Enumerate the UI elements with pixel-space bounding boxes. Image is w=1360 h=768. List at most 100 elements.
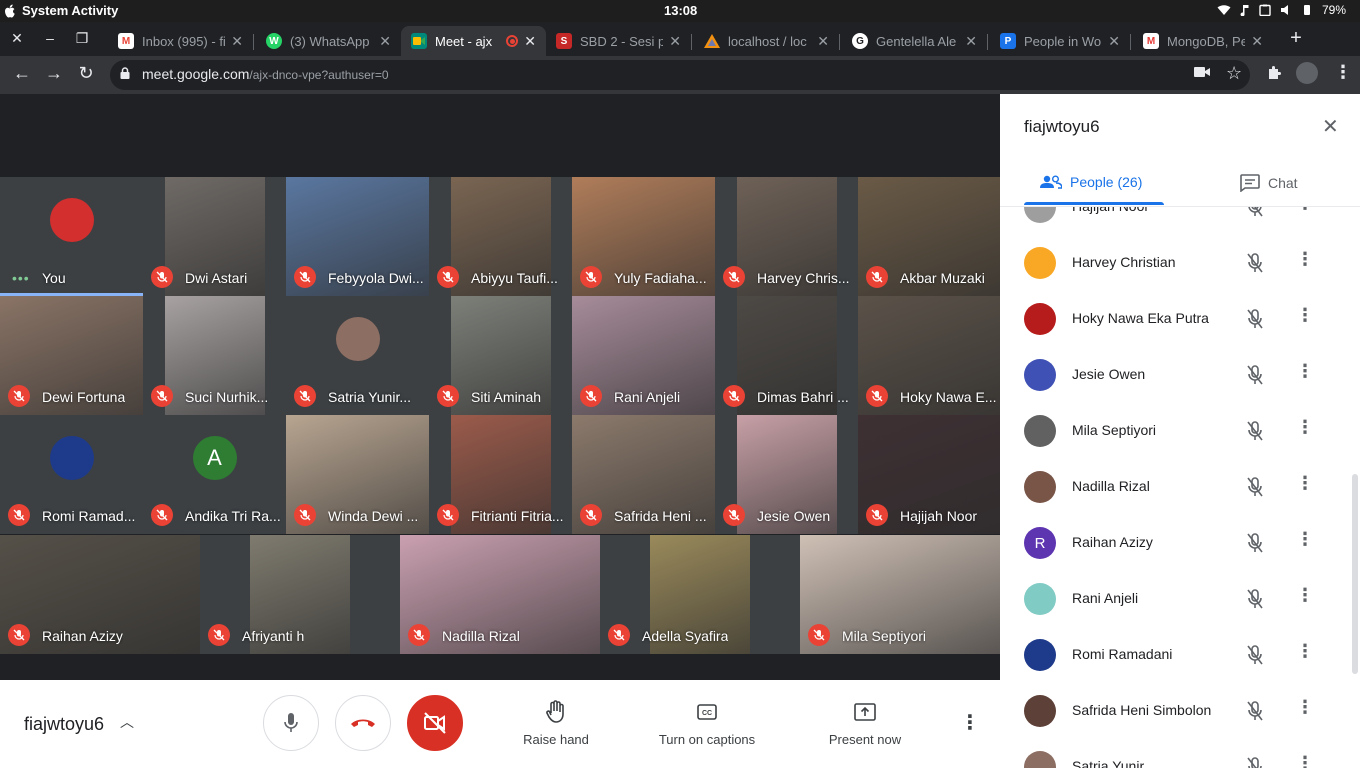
leave-call-button[interactable]	[335, 695, 391, 751]
lock-icon[interactable]	[120, 67, 130, 79]
participant-row[interactable]: R Raihan Azizy ⋮	[1000, 515, 1350, 571]
participant-tile[interactable]: Yuly Fadiaha...	[572, 177, 715, 296]
clipboard-icon[interactable]	[1259, 4, 1271, 16]
participant-tile[interactable]: Safrida Heni ...	[572, 415, 715, 534]
minimize-window-button[interactable]: –	[40, 30, 60, 46]
participant-tile[interactable]: Hoky Nawa E...	[858, 296, 1001, 415]
close-tab-icon[interactable]: ✕	[379, 33, 391, 50]
mic-off-icon[interactable]	[1246, 701, 1264, 726]
close-tab-icon[interactable]: ✕	[1251, 33, 1263, 50]
new-tab-button[interactable]: +	[1286, 27, 1306, 50]
tab-gentelella[interactable]: G Gentelella Ale ✕	[842, 26, 987, 56]
microphone-button[interactable]	[263, 695, 319, 751]
participant-tile[interactable]: Afriyanti h	[200, 535, 400, 654]
more-options-icon[interactable]: ⋮	[1296, 753, 1314, 768]
participant-tile[interactable]: Abiyyu Taufi...	[429, 177, 572, 296]
tab-whatsapp[interactable]: W (3) WhatsApp ✕	[256, 26, 401, 56]
mic-off-icon[interactable]	[1246, 365, 1264, 390]
camera-in-use-icon[interactable]	[1194, 65, 1210, 83]
tab-chat[interactable]: Chat	[1240, 174, 1298, 192]
more-options-icon[interactable]: ⋮	[1296, 305, 1314, 326]
present-now-button[interactable]: Present now	[805, 700, 925, 747]
close-tab-icon[interactable]: ✕	[817, 33, 829, 50]
more-options-icon[interactable]: ⋮	[1296, 249, 1314, 270]
participant-tile[interactable]: Fitrianti Fitria...	[429, 415, 572, 534]
close-tab-icon[interactable]: ✕	[524, 33, 536, 50]
mic-off-icon[interactable]	[1246, 421, 1264, 446]
more-options-icon[interactable]: ⋮	[1296, 529, 1314, 550]
browser-menu-icon[interactable]: ⋮	[1334, 62, 1352, 83]
participant-tile[interactable]: A Andika Tri Ra...	[143, 415, 286, 534]
more-options-icon[interactable]: ⋮	[1296, 697, 1314, 718]
reload-button[interactable]: ↻	[74, 63, 98, 84]
music-icon[interactable]	[1240, 4, 1250, 16]
raise-hand-button[interactable]: Raise hand	[496, 700, 616, 747]
participant-tile[interactable]: Suci Nurhik...	[143, 296, 286, 415]
participant-row[interactable]: Hoky Nawa Eka Putra ⋮	[1000, 291, 1350, 347]
participant-tile[interactable]: Dimas Bahri ...	[715, 296, 858, 415]
self-tile[interactable]: ••• You	[0, 177, 143, 296]
participant-tile[interactable]: Akbar Muzaki	[858, 177, 1001, 296]
more-options-icon[interactable]: ⋮	[960, 710, 980, 735]
participant-row[interactable]: Safrida Heni Simbolon ⋮	[1000, 683, 1350, 739]
participant-row[interactable]: Hajijah Noor ⋮	[1000, 207, 1350, 235]
volume-icon[interactable]	[1280, 4, 1292, 16]
mic-off-icon[interactable]	[1246, 589, 1264, 614]
participant-tile[interactable]: Dwi Astari	[143, 177, 286, 296]
panel-scrollbar[interactable]	[1352, 474, 1358, 674]
more-options-icon[interactable]: ⋮	[1296, 207, 1314, 214]
participant-tile[interactable]: Febyyola Dwi...	[286, 177, 429, 296]
participant-tile[interactable]: Winda Dewi ...	[286, 415, 429, 534]
participant-tile[interactable]: Satria Yunir...	[286, 296, 429, 415]
participant-row[interactable]: Mila Septiyori ⋮	[1000, 403, 1350, 459]
mic-off-icon[interactable]	[1246, 757, 1264, 768]
address-bar[interactable]: meet.google.com/ajx-dnco-vpe?authuser=0	[110, 60, 1250, 90]
camera-off-button[interactable]	[407, 695, 463, 751]
more-options-icon[interactable]: ⋮	[1296, 641, 1314, 662]
participant-tile[interactable]: Mila Septiyori	[800, 535, 1000, 654]
more-options-icon[interactable]: ⋮	[1296, 361, 1314, 382]
mic-off-icon[interactable]	[1246, 477, 1264, 502]
participant-row[interactable]: Nadilla Rizal ⋮	[1000, 459, 1350, 515]
participant-tile[interactable]: Hajijah Noor	[858, 415, 1001, 534]
tab-localhost[interactable]: localhost / loc ✕	[694, 26, 839, 56]
close-tab-icon[interactable]: ✕	[231, 33, 243, 50]
battery-icon[interactable]	[1301, 4, 1313, 16]
tab-people[interactable]: People (26)	[1040, 174, 1142, 190]
participant-tile[interactable]: Romi Ramad...	[0, 415, 143, 534]
participant-tile[interactable]: Raihan Azizy	[0, 535, 200, 654]
participant-row[interactable]: Rani Anjeli ⋮	[1000, 571, 1350, 627]
tab-gmail[interactable]: M Inbox (995) - fi ✕	[108, 26, 253, 56]
participant-tile[interactable]: Harvey Chris...	[715, 177, 858, 296]
participant-tile[interactable]: Dewi Fortuna	[0, 296, 143, 415]
participant-tile[interactable]: Nadilla Rizal	[400, 535, 600, 654]
close-tab-icon[interactable]: ✕	[965, 33, 977, 50]
more-options-icon[interactable]: ⋮	[1296, 473, 1314, 494]
captions-button[interactable]: CC Turn on captions	[647, 700, 767, 747]
more-options-icon[interactable]: ⋮	[1296, 585, 1314, 606]
close-tab-icon[interactable]: ✕	[669, 33, 681, 50]
mic-off-icon[interactable]	[1246, 207, 1264, 222]
participant-row[interactable]: Romi Ramadani ⋮	[1000, 627, 1350, 683]
participant-tile[interactable]: Rani Anjeli	[572, 296, 715, 415]
activities-menu[interactable]: System Activity	[4, 3, 118, 18]
extensions-icon[interactable]	[1266, 65, 1282, 86]
participant-row[interactable]: Jesie Owen ⋮	[1000, 347, 1350, 403]
back-button[interactable]: ←	[10, 63, 34, 84]
participant-row[interactable]: Satria Yunir... ⋮	[1000, 739, 1350, 768]
close-window-button[interactable]: ✕	[7, 30, 27, 47]
mic-off-icon[interactable]	[1246, 309, 1264, 334]
close-panel-icon[interactable]: ✕	[1322, 114, 1339, 139]
mic-off-icon[interactable]	[1246, 253, 1264, 278]
tab-people[interactable]: P People in Wor ✕	[990, 26, 1130, 56]
meeting-code[interactable]: fiajwtoyu6	[24, 714, 104, 735]
participant-tile[interactable]: Siti Aminah	[429, 296, 572, 415]
more-options-icon[interactable]: ⋮	[1296, 417, 1314, 438]
mic-off-icon[interactable]	[1246, 645, 1264, 670]
bookmark-star-icon[interactable]: ☆	[1226, 63, 1242, 84]
close-tab-icon[interactable]: ✕	[1108, 33, 1120, 50]
wifi-icon[interactable]	[1217, 4, 1231, 16]
mic-off-icon[interactable]	[1246, 533, 1264, 558]
forward-button[interactable]: →	[42, 63, 66, 84]
tab-sbd[interactable]: S SBD 2 - Sesi pp ✕	[546, 26, 691, 56]
